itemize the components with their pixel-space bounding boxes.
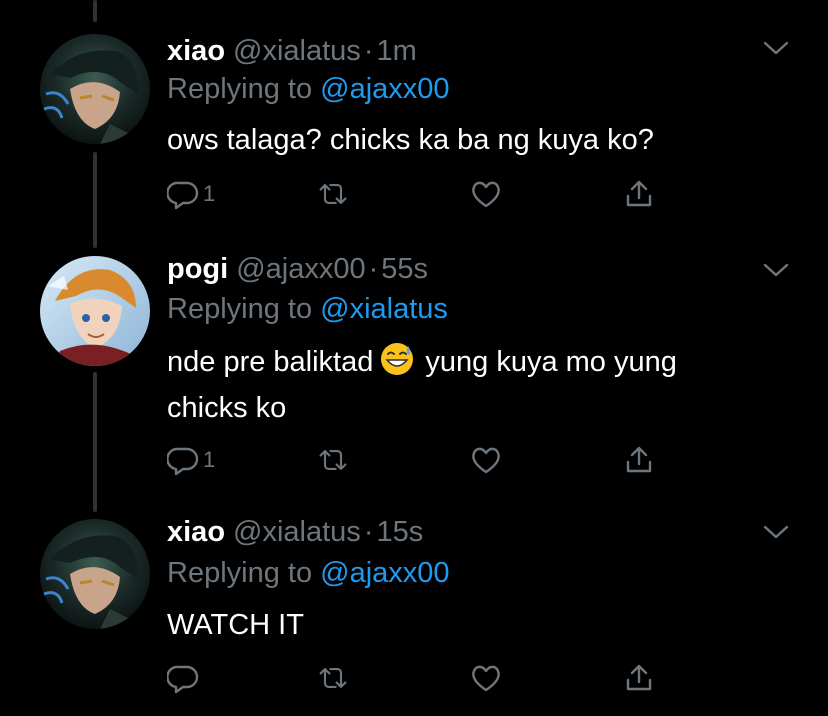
tweet-text: WATCH IT bbox=[167, 609, 304, 641]
chevron-down-icon[interactable] bbox=[762, 38, 790, 58]
timestamp[interactable]: 1m bbox=[376, 35, 416, 67]
separator-dot: · bbox=[363, 516, 374, 548]
reply-count: 1 bbox=[203, 447, 216, 472]
mention-link[interactable]: @xialatus bbox=[320, 293, 448, 325]
reply-button[interactable]: 1 bbox=[167, 442, 215, 478]
retweet-button[interactable] bbox=[317, 176, 349, 212]
retweet-icon bbox=[319, 184, 347, 204]
like-button[interactable] bbox=[470, 176, 502, 212]
thread-line-middle bbox=[93, 152, 97, 248]
reply-button[interactable] bbox=[167, 660, 203, 696]
reply-icon bbox=[167, 447, 199, 476]
grinning-sweat-emoji bbox=[381, 343, 414, 375]
reply-button[interactable]: 1 bbox=[167, 176, 215, 212]
reply-count: 1 bbox=[203, 181, 216, 206]
replying-to-label: Replying to bbox=[167, 73, 313, 105]
share-icon bbox=[626, 446, 652, 473]
display-name[interactable]: xiao bbox=[167, 516, 225, 548]
action-bar: 1 bbox=[167, 176, 687, 212]
chevron-down-icon[interactable] bbox=[762, 522, 790, 542]
retweet-icon bbox=[319, 668, 347, 688]
share-button[interactable] bbox=[623, 660, 655, 696]
tweet-text-part-3: chicks ko bbox=[167, 392, 287, 424]
mention-link[interactable]: @ajaxx00 bbox=[320, 557, 449, 589]
share-button[interactable] bbox=[623, 176, 655, 212]
display-name[interactable]: pogi bbox=[167, 253, 228, 285]
tweet-text-part-1: nde pre baliktad bbox=[167, 346, 374, 378]
avatar[interactable] bbox=[40, 256, 150, 366]
thread-line-top bbox=[93, 0, 97, 22]
tweet-text: ows talaga? chicks ka ba ng kuya ko? bbox=[167, 124, 654, 156]
avatar[interactable] bbox=[40, 519, 150, 629]
heart-icon bbox=[472, 447, 500, 474]
replying-to-label: Replying to bbox=[167, 293, 313, 325]
pogi-avatar-image bbox=[40, 256, 150, 366]
replying-to-label: Replying to bbox=[167, 557, 313, 589]
retweet-icon bbox=[319, 450, 347, 470]
retweet-button[interactable] bbox=[317, 442, 349, 478]
heart-icon bbox=[472, 665, 500, 692]
timestamp[interactable]: 55s bbox=[381, 253, 428, 285]
avatar[interactable] bbox=[40, 34, 150, 144]
xiao-avatar-image bbox=[40, 519, 150, 629]
action-bar bbox=[167, 660, 687, 696]
xiao-avatar-image bbox=[40, 34, 150, 144]
mention-link[interactable]: @ajaxx00 bbox=[320, 73, 449, 105]
display-name[interactable]: xiao bbox=[167, 35, 225, 67]
timestamp[interactable]: 15s bbox=[376, 516, 423, 548]
separator-dot: · bbox=[368, 253, 379, 285]
tweet-text-part-2: yung kuya mo yung bbox=[425, 346, 677, 378]
replying-to: Replying to @ajaxx00 bbox=[167, 72, 450, 106]
like-button[interactable] bbox=[470, 660, 502, 696]
replying-to: Replying to @ajaxx00 bbox=[167, 556, 450, 590]
replying-to: Replying to @xialatus bbox=[167, 292, 448, 326]
thread-line-lower bbox=[93, 372, 97, 512]
user-handle[interactable]: @xialatus bbox=[233, 35, 361, 67]
reply-icon bbox=[167, 665, 199, 694]
reply-icon bbox=[167, 181, 199, 210]
share-button[interactable] bbox=[623, 442, 655, 478]
tweet-text: nde pre baliktad yung kuya mo yung chick… bbox=[167, 339, 767, 431]
share-icon bbox=[626, 180, 652, 207]
like-button[interactable] bbox=[470, 442, 502, 478]
user-handle[interactable]: @xialatus bbox=[233, 516, 361, 548]
retweet-button[interactable] bbox=[317, 660, 349, 696]
share-icon bbox=[626, 664, 652, 691]
action-bar: 1 bbox=[167, 442, 687, 478]
user-handle[interactable]: @ajaxx00 bbox=[236, 253, 365, 285]
chevron-down-icon[interactable] bbox=[762, 260, 790, 280]
separator-dot: · bbox=[363, 35, 374, 67]
heart-icon bbox=[472, 181, 500, 208]
